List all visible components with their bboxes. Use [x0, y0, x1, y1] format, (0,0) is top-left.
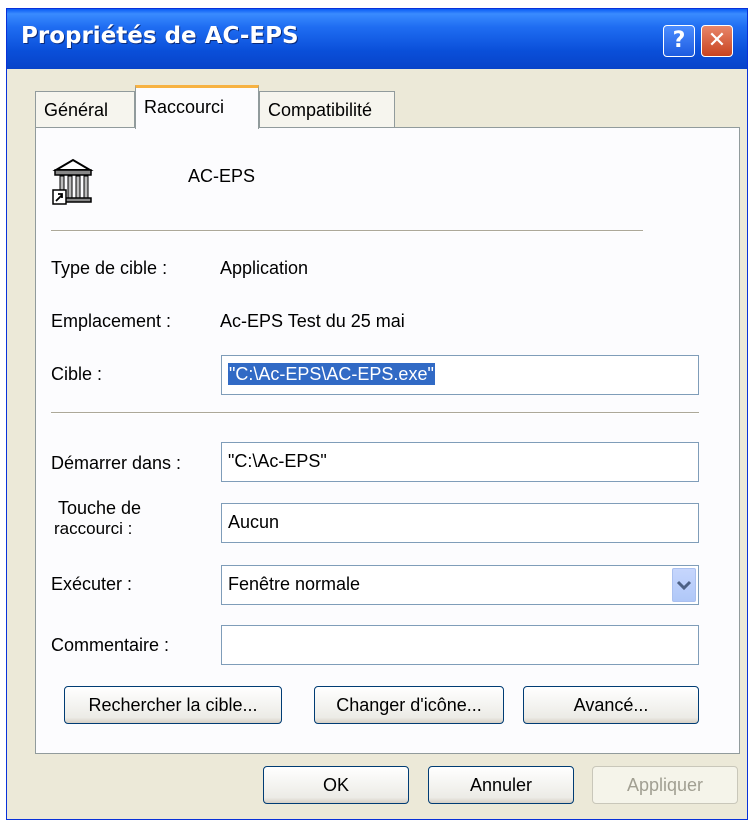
target-type-label: Type de cible :	[51, 258, 168, 278]
run-label: Exécuter :	[51, 574, 133, 594]
window-title: Propriétés de AC-EPS	[21, 23, 299, 49]
location-label: Emplacement :	[51, 311, 172, 331]
dropdown-arrow-icon[interactable]	[672, 568, 696, 602]
run-select[interactable]: Fenêtre normale	[221, 565, 699, 605]
find-target-button[interactable]: Rechercher la cible...	[64, 686, 282, 724]
ok-button[interactable]: OK	[263, 766, 409, 804]
shortcut-app-icon	[52, 158, 94, 205]
comment-input[interactable]	[221, 625, 699, 665]
tab-general[interactable]: Général	[35, 91, 135, 129]
shortcut-panel: AC-EPS Type de cible : Application Empla…	[35, 127, 740, 754]
close-icon: ✕	[707, 28, 727, 53]
location-value: Ac-EPS Test du 25 mai	[220, 311, 405, 331]
properties-dialog: Propriétés de AC-EPS ? ✕ Général Raccour…	[6, 8, 748, 820]
hotkey-label-line1: Touche de	[58, 498, 142, 518]
change-icon-button[interactable]: Changer d'icône...	[314, 686, 504, 724]
start-in-label: Démarrer dans :	[51, 453, 182, 473]
target-input[interactable]: "C:\Ac-EPS\AC-EPS.exe"	[221, 355, 699, 395]
hotkey-label-line2: raccourci :	[54, 519, 133, 538]
shortcut-name: AC-EPS	[188, 166, 256, 186]
start-in-input[interactable]: "C:\Ac-EPS"	[221, 442, 699, 482]
target-selected-text: "C:\Ac-EPS\AC-EPS.exe"	[228, 363, 435, 385]
target-label: Cible :	[51, 364, 103, 384]
close-button[interactable]: ✕	[701, 25, 733, 57]
run-select-value: Fenêtre normale	[228, 574, 361, 594]
help-button[interactable]: ?	[663, 25, 695, 57]
apply-button[interactable]: Appliquer	[592, 766, 738, 804]
divider	[51, 412, 699, 414]
comment-label: Commentaire :	[51, 635, 170, 655]
title-bar[interactable]: Propriétés de AC-EPS ? ✕	[7, 9, 747, 69]
hotkey-input[interactable]: Aucun	[221, 503, 699, 543]
tab-compatibility[interactable]: Compatibilité	[259, 91, 395, 129]
target-type-value: Application	[220, 258, 309, 278]
divider	[51, 230, 643, 232]
tab-shortcut[interactable]: Raccourci	[135, 85, 259, 129]
cancel-button[interactable]: Annuler	[428, 766, 574, 804]
help-icon: ?	[672, 28, 686, 53]
advanced-button[interactable]: Avancé...	[523, 686, 699, 724]
